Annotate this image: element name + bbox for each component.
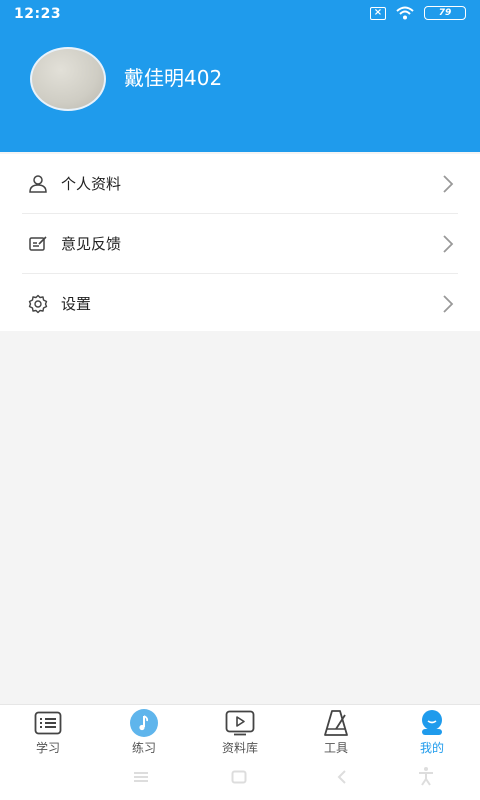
accessibility-icon[interactable]	[417, 766, 435, 786]
menu-label: 个人资料	[61, 175, 122, 193]
video-icon	[225, 709, 255, 737]
status-icons: × 79	[370, 6, 466, 20]
menu-item-settings[interactable]: 设置	[22, 274, 458, 333]
metronome-icon	[321, 709, 351, 737]
menu-icon[interactable]	[133, 770, 149, 784]
menu-label: 意见反馈	[61, 235, 122, 253]
tab-tools[interactable]: 工具	[288, 705, 384, 761]
gear-icon	[27, 293, 49, 315]
profile-header: 12:23 × 79 戴佳明402	[0, 0, 480, 152]
status-bar: 12:23 × 79	[0, 0, 480, 30]
system-nav-bar	[0, 760, 480, 800]
tab-mine[interactable]: 我的	[384, 705, 480, 761]
feedback-icon	[27, 233, 49, 255]
person-icon	[27, 173, 49, 195]
list-icon	[33, 709, 63, 737]
tab-label: 工具	[323, 741, 348, 755]
profile-icon	[417, 709, 447, 737]
back-icon[interactable]	[336, 770, 348, 784]
menu-item-feedback[interactable]: 意见反馈	[22, 214, 458, 274]
tab-study[interactable]: 学习	[0, 705, 96, 761]
tab-label: 练习	[131, 741, 156, 755]
wifi-icon	[396, 6, 414, 20]
menu-item-personal-info[interactable]: 个人资料	[22, 154, 458, 214]
tab-label: 我的	[419, 741, 444, 755]
tab-label: 资料库	[221, 741, 258, 755]
tab-practice[interactable]: 练习	[96, 705, 192, 761]
chevron-right-icon	[443, 234, 454, 253]
battery-level: 79	[438, 8, 452, 18]
music-note-icon	[129, 709, 159, 737]
menu-label: 设置	[61, 295, 92, 313]
no-sim-icon: ×	[370, 6, 386, 20]
battery-icon: 79	[424, 6, 466, 20]
bottom-tab-bar: 学习 练习 资料库 工具 我的	[0, 704, 480, 761]
chevron-right-icon	[443, 174, 454, 193]
profile-menu: 个人资料 意见反馈 设置	[0, 154, 480, 331]
avatar[interactable]	[30, 47, 106, 111]
status-time: 12:23	[14, 6, 62, 22]
chevron-right-icon	[443, 294, 454, 313]
home-icon[interactable]	[231, 770, 247, 784]
tab-label: 学习	[35, 741, 60, 755]
tab-library[interactable]: 资料库	[192, 705, 288, 761]
username: 戴佳明402	[124, 66, 223, 90]
